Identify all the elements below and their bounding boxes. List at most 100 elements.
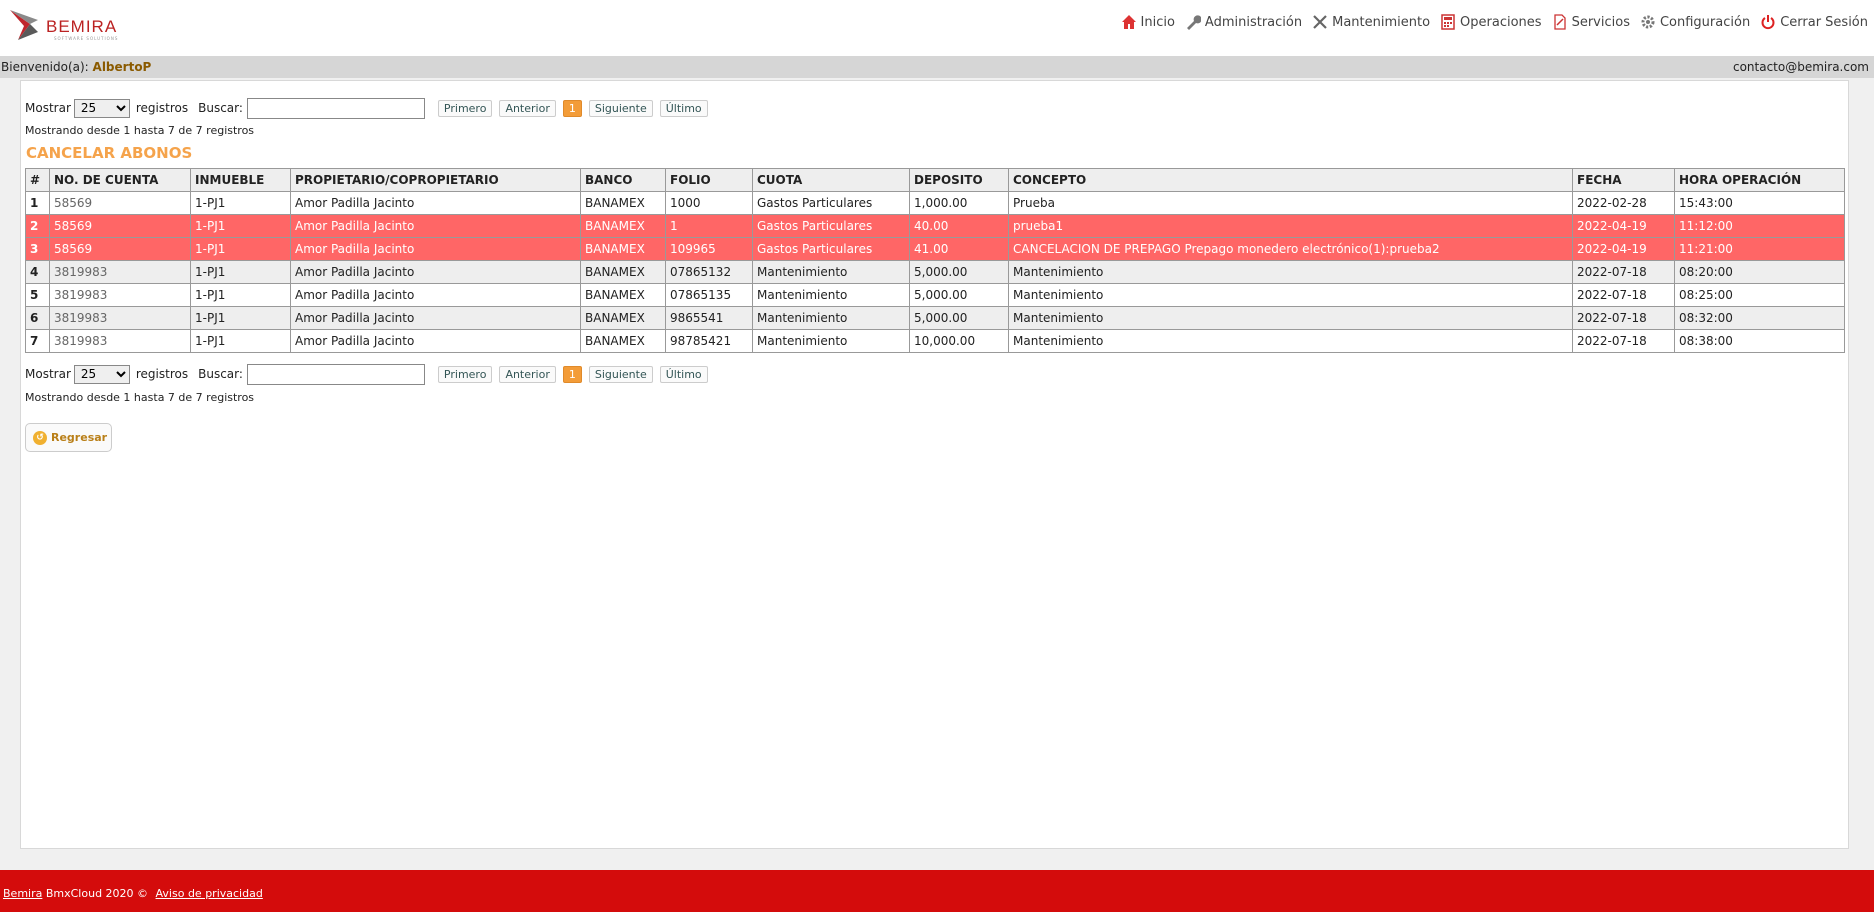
table-cell: 7 — [25, 329, 50, 353]
table-cell: 9865541 — [665, 306, 753, 330]
table-row[interactable]: 7 3819983 1-PJ1 Amor Padilla Jacinto BANAMEX… — [25, 329, 1845, 353]
table-cell: 1,000.00 — [909, 191, 1009, 215]
table-row[interactable]: 4 3819983 1-PJ1 Amor Padilla Jacinto BANAMEX… — [25, 260, 1845, 284]
page-number-button[interactable]: 1 — [562, 99, 582, 117]
nav-configuracion[interactable]: Configuración — [1640, 14, 1750, 30]
account-link[interactable]: 58569 — [54, 196, 92, 210]
nav-label: Configuración — [1659, 14, 1751, 30]
bemira-logo[interactable]: BEMIRA SOFTWARE SOLUTIONS — [8, 6, 138, 46]
table-cell: 1-PJ1 — [190, 191, 291, 215]
footer-text: Bemira BmxCloud 2020 © Aviso de privacid… — [3, 887, 263, 900]
privacy-link[interactable]: Aviso de privacidad — [156, 887, 263, 900]
table-cell: 1000 — [665, 191, 753, 215]
table-cell: 07865135 — [665, 283, 753, 307]
table-cell: 1-PJ1 — [190, 329, 291, 353]
table-cell: 98785421 — [665, 329, 753, 353]
table-cell: 07865132 — [665, 260, 753, 284]
account-link[interactable]: 3819983 — [54, 265, 107, 279]
next-page-button[interactable]: Siguiente — [588, 99, 653, 117]
col-header[interactable]: PROPIETARIO/COPROPIETARIO — [290, 168, 581, 192]
footer-brand-link[interactable]: Bemira — [3, 887, 42, 900]
nav-administracion[interactable]: Administración — [1185, 14, 1302, 30]
table-cell: 11:21:00 — [1674, 237, 1845, 261]
page-size-select[interactable]: 25 — [73, 364, 130, 384]
table-body: 1 58569 1-PJ1 Amor Padilla Jacinto BANAMEX 10… — [25, 191, 1845, 353]
records-label: registros — [135, 101, 189, 115]
table-cell[interactable]: 58569 — [49, 191, 191, 215]
col-header[interactable]: BANCO — [580, 168, 666, 192]
table-cell: 08:20:00 — [1674, 260, 1845, 284]
prev-page-button[interactable]: Anterior — [499, 99, 556, 117]
records-info: Mostrando desde 1 hasta 7 de 7 registros — [25, 124, 255, 137]
abonos-table: # NO. DE CUENTA INMUEBLE PROPIETARIO/COP… — [25, 168, 1845, 353]
nav-servicios[interactable]: Servicios — [1552, 14, 1630, 30]
col-header[interactable]: CONCEPTO — [1008, 168, 1573, 192]
account-link[interactable]: 3819983 — [54, 288, 107, 302]
table-cell: 1 — [25, 191, 50, 215]
welcome-prefix: Bienvenido(a): — [1, 60, 89, 74]
account-link[interactable]: 3819983 — [54, 311, 107, 325]
table-cell: 08:38:00 — [1674, 329, 1845, 353]
logo-tagline: SOFTWARE SOLUTIONS — [54, 36, 119, 41]
last-page-button[interactable]: Último — [659, 99, 708, 117]
account-link[interactable]: 58569 — [54, 242, 92, 256]
nav-inicio[interactable]: Inicio — [1121, 14, 1175, 30]
table-cell[interactable]: 58569 — [49, 237, 191, 261]
table-row[interactable]: 2 58569 1-PJ1 Amor Padilla Jacinto BANAMEX 1 G… — [25, 214, 1845, 238]
page-size-select[interactable]: 25 — [73, 98, 130, 118]
table-cell: BANAMEX — [580, 306, 666, 330]
table-cell: Amor Padilla Jacinto — [290, 306, 581, 330]
col-header[interactable]: NO. DE CUENTA — [49, 168, 191, 192]
col-header[interactable]: DEPOSITO — [909, 168, 1009, 192]
table-cell: 2022-07-18 — [1572, 283, 1675, 307]
table-row[interactable]: 6 3819983 1-PJ1 Amor Padilla Jacinto BANAMEX… — [25, 306, 1845, 330]
first-page-button[interactable]: Primero — [437, 365, 493, 383]
back-arrow-icon: ↺ — [33, 430, 47, 445]
col-header[interactable]: # — [25, 168, 50, 192]
nav-label: Administración — [1204, 14, 1303, 30]
table-cell: 08:25:00 — [1674, 283, 1845, 307]
table-controls-top: Mostrar 25 registros Buscar: Primero Ant… — [25, 97, 708, 119]
nav-mantenimiento[interactable]: Mantenimiento — [1312, 14, 1430, 30]
col-header[interactable]: HORA OPERACIÓN — [1674, 168, 1845, 192]
welcome-bar: Bienvenido(a): AlbertoP contacto@bemira.… — [0, 56, 1874, 78]
col-header[interactable]: FOLIO — [665, 168, 753, 192]
table-cell[interactable]: 3819983 — [49, 260, 191, 284]
table-row[interactable]: 5 3819983 1-PJ1 Amor Padilla Jacinto BANAMEX… — [25, 283, 1845, 307]
table-cell: BANAMEX — [580, 260, 666, 284]
table-cell: 3 — [25, 237, 50, 261]
table-cell[interactable]: 58569 — [49, 214, 191, 238]
nav-operaciones[interactable]: Operaciones — [1440, 14, 1542, 30]
col-header[interactable]: CUOTA — [752, 168, 910, 192]
nav-label: Servicios — [1571, 14, 1630, 30]
table-cell[interactable]: 3819983 — [49, 283, 191, 307]
account-link[interactable]: 58569 — [54, 219, 92, 233]
last-page-button[interactable]: Último — [659, 365, 708, 383]
search-input[interactable] — [246, 363, 425, 385]
table-cell: Mantenimiento — [1008, 283, 1573, 307]
calculator-icon — [1441, 14, 1455, 30]
first-page-button[interactable]: Primero — [437, 99, 493, 117]
table-cell: 6 — [25, 306, 50, 330]
power-icon — [1761, 15, 1775, 30]
table-cell[interactable]: 3819983 — [49, 329, 191, 353]
table-cell[interactable]: 3819983 — [49, 306, 191, 330]
table-row[interactable]: 3 58569 1-PJ1 Amor Padilla Jacinto BANAMEX 10… — [25, 237, 1845, 261]
table-cell: 5,000.00 — [909, 260, 1009, 284]
account-link[interactable]: 3819983 — [54, 334, 107, 348]
table-cell: 5,000.00 — [909, 283, 1009, 307]
pagination: Primero Anterior 1 Siguiente Último — [437, 99, 708, 117]
table-row[interactable]: 1 58569 1-PJ1 Amor Padilla Jacinto BANAMEX 10… — [25, 191, 1845, 215]
table-cell: 1-PJ1 — [190, 306, 291, 330]
table-cell: 10,000.00 — [909, 329, 1009, 353]
section-title: CANCELAR ABONOS — [26, 144, 193, 162]
page-number-button[interactable]: 1 — [562, 365, 582, 383]
next-page-button[interactable]: Siguiente — [588, 365, 653, 383]
search-input[interactable] — [246, 97, 425, 119]
table-cell: 1-PJ1 — [190, 237, 291, 261]
prev-page-button[interactable]: Anterior — [499, 365, 556, 383]
nav-cerrar-sesion[interactable]: Cerrar Sesión — [1760, 14, 1868, 30]
col-header[interactable]: INMUEBLE — [190, 168, 291, 192]
back-button[interactable]: ↺ Regresar — [25, 423, 112, 452]
col-header[interactable]: FECHA — [1572, 168, 1675, 192]
